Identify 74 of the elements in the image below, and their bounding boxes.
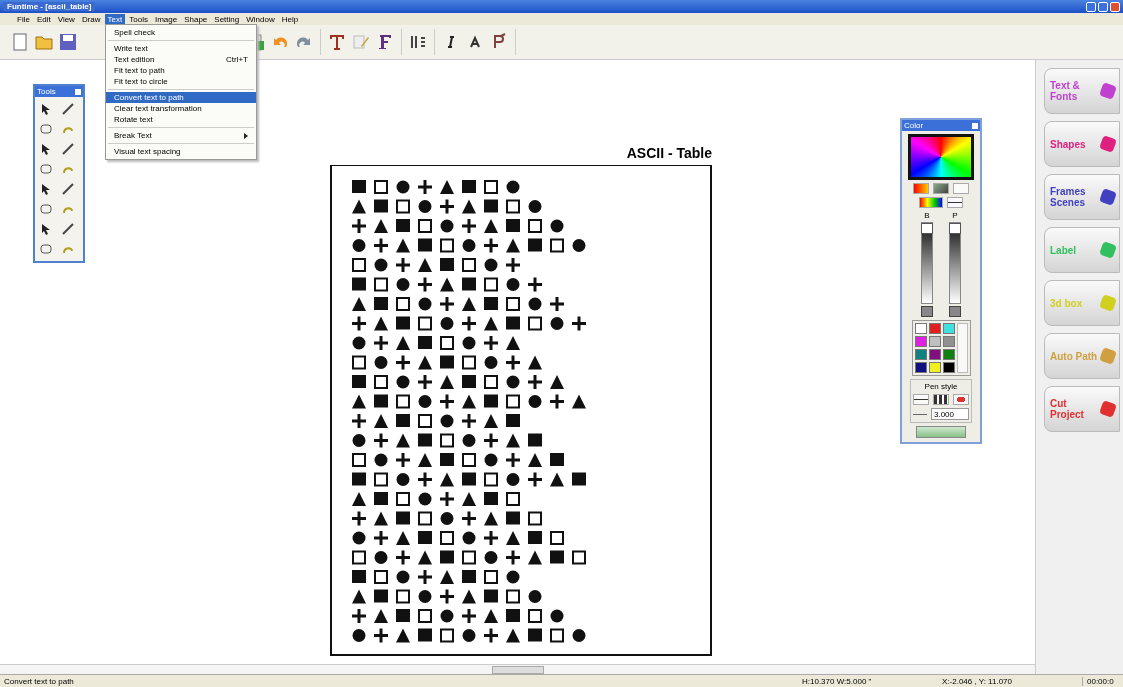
tool-icon[interactable] (61, 222, 75, 236)
pen-width-field[interactable]: 3.000 (931, 408, 969, 420)
window-title: Funtime - [ascii_table] (3, 2, 96, 11)
menu-item[interactable]: Text (104, 13, 126, 25)
submenu-arrow-icon (244, 132, 248, 139)
color-swatch[interactable] (942, 336, 955, 347)
save-icon[interactable] (58, 32, 78, 52)
menu-item[interactable]: File (14, 13, 33, 25)
menu-option[interactable]: Fit text to path (106, 65, 256, 76)
menu-item[interactable]: Image (151, 13, 181, 25)
menu-item[interactable]: Draw (78, 13, 104, 25)
menu-item[interactable]: Edit (33, 13, 54, 25)
color-swatch[interactable] (928, 362, 941, 373)
menu-option[interactable]: Write text (106, 43, 256, 54)
slider-thumb[interactable] (949, 223, 961, 234)
palette-icon[interactable] (919, 197, 943, 208)
menu-option[interactable]: Clear text transformation (106, 103, 256, 114)
size-readout: H:10.370 W:5.000 " (802, 676, 873, 686)
menu-item[interactable]: Shape (181, 13, 211, 25)
menu-option[interactable]: Spell check (106, 27, 256, 38)
color-swatch[interactable] (914, 323, 927, 334)
text-tool-icon[interactable] (327, 32, 347, 52)
color-swatch[interactable] (942, 349, 955, 360)
position-readout: X:-2.046 , Y: 11.070 (942, 676, 1013, 686)
feature-button[interactable]: Cut Project (1044, 386, 1120, 432)
tool-icon[interactable] (39, 162, 53, 176)
apply-button[interactable] (916, 426, 966, 438)
color-swatch[interactable] (928, 336, 941, 347)
menu-option[interactable]: Text edition Ctrl+T (106, 54, 256, 65)
document-title: ASCII - Table (625, 145, 712, 161)
slider-thumb[interactable] (921, 223, 933, 234)
menu-option[interactable]: Break Text (106, 130, 256, 141)
feature-button[interactable]: Shapes (1044, 121, 1120, 167)
horizontal-scrollbar[interactable] (0, 664, 1035, 674)
color-swatch[interactable] (928, 349, 941, 360)
color-swatch[interactable] (942, 323, 955, 334)
menu-option[interactable]: Convert text to path (106, 92, 256, 103)
maximize-button[interactable] (1098, 1, 1108, 12)
tool-icon[interactable] (61, 142, 75, 156)
menu-option[interactable]: Fit text to circle (106, 76, 256, 87)
feature-button[interactable]: Frames Scenes (1044, 174, 1120, 220)
tool-icon[interactable] (39, 202, 53, 216)
delete-icon[interactable] (953, 394, 969, 405)
menu-item[interactable]: Tools (126, 13, 151, 25)
color-cube[interactable] (908, 134, 974, 180)
color-swatch[interactable] (914, 336, 927, 347)
panel-title: Color (904, 121, 924, 130)
swatch-scrollbar[interactable] (956, 323, 968, 373)
color-swatch[interactable] (928, 323, 941, 334)
menu-option[interactable]: Rotate text (106, 114, 256, 125)
close-button[interactable] (75, 88, 81, 95)
close-button[interactable] (1110, 1, 1120, 12)
color-swatch[interactable] (942, 362, 955, 373)
minimize-button[interactable] (1086, 1, 1096, 12)
status-message: Convert text to path (3, 676, 75, 686)
menu-option[interactable]: Visual text spacing (106, 146, 256, 157)
slider-label: B (924, 211, 930, 220)
tool-icon[interactable] (39, 122, 53, 136)
tool-icon[interactable] (39, 242, 53, 256)
tool-icon[interactable] (61, 182, 75, 196)
line-icon (913, 413, 927, 415)
pen-style-label: Pen style (924, 382, 958, 391)
color-swatch[interactable] (914, 362, 927, 373)
panel-title: Tools (37, 87, 56, 96)
close-button[interactable] (972, 122, 978, 129)
menu-item[interactable]: Window (243, 13, 278, 25)
slider-label: P (952, 211, 958, 220)
time-readout: 00:00:0 (1082, 676, 1123, 686)
menu-item[interactable]: Help (278, 13, 302, 25)
menu-item[interactable]: View (54, 13, 78, 25)
color-swatch[interactable] (914, 349, 927, 360)
feature-button[interactable]: Text & Fonts (1044, 68, 1120, 114)
menu-item[interactable]: Setting (211, 13, 243, 25)
tool-icon[interactable] (61, 102, 75, 116)
